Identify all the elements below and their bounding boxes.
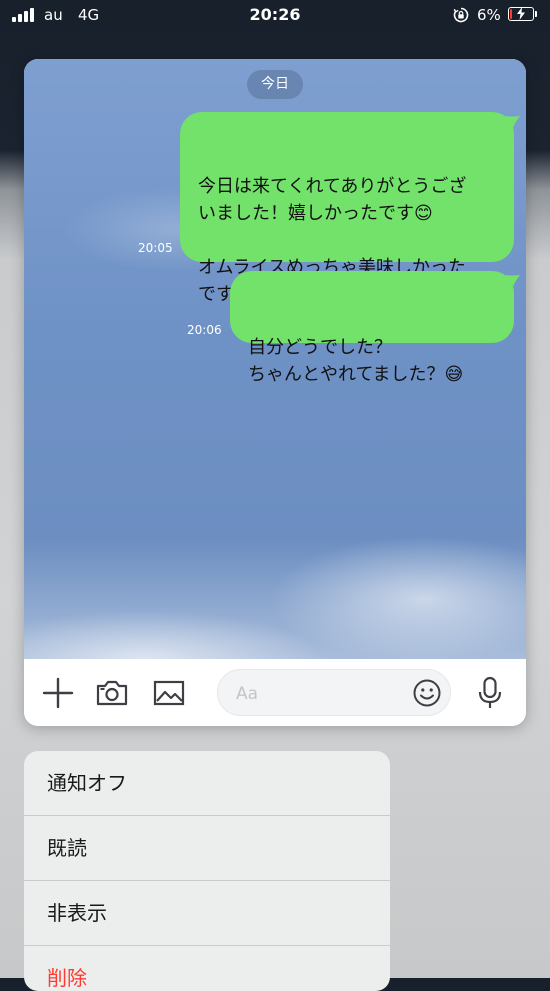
battery-icon [508, 7, 534, 21]
context-menu: 通知オフ 既読 非表示 削除 [24, 751, 390, 991]
bubble-tail [504, 275, 520, 289]
message-time: 20:06 [187, 323, 222, 337]
chat-history[interactable]: 今日 今日は来てくれてありがとうござ いました！嬉しかったです😊 オムライスめっ… [24, 59, 526, 659]
chat-preview[interactable]: 今日 今日は来てくれてありがとうござ いました！嬉しかったです😊 オムライスめっ… [24, 59, 526, 726]
menu-item-notifications-off[interactable]: 通知オフ [24, 751, 390, 816]
image-icon[interactable] [151, 675, 187, 711]
message-text: 自分どうでした？ ちゃんとやれてました？😅 [248, 337, 464, 385]
battery-percentage: 6% [477, 6, 501, 24]
message-text-input[interactable] [234, 680, 408, 708]
menu-item-mark-read[interactable]: 既読 [24, 816, 390, 881]
camera-icon[interactable] [94, 675, 130, 711]
bubble-tail [504, 116, 520, 130]
menu-item-delete[interactable]: 削除 [24, 946, 390, 991]
message-bubble[interactable]: 今日は来てくれてありがとうござ いました！嬉しかったです😊 オムライスめっちゃ美… [180, 112, 520, 305]
menu-item-hide[interactable]: 非表示 [24, 881, 390, 946]
plus-icon[interactable] [40, 675, 76, 711]
message-bubble[interactable]: 自分どうでした？ ちゃんとやれてました？😅 [230, 271, 520, 385]
message-input[interactable] [217, 669, 451, 716]
status-bar: au 4G 20:26 6% [0, 0, 550, 32]
battery-cap [535, 11, 537, 17]
microphone-icon[interactable] [472, 675, 508, 711]
charging-bolt-icon [517, 7, 525, 20]
date-separator: 今日 [247, 70, 303, 99]
emoji-icon[interactable] [412, 678, 442, 708]
message-input-bar [24, 659, 526, 726]
battery-level [510, 9, 512, 19]
message-time: 20:05 [138, 241, 173, 255]
rotation-lock-icon [453, 7, 469, 23]
